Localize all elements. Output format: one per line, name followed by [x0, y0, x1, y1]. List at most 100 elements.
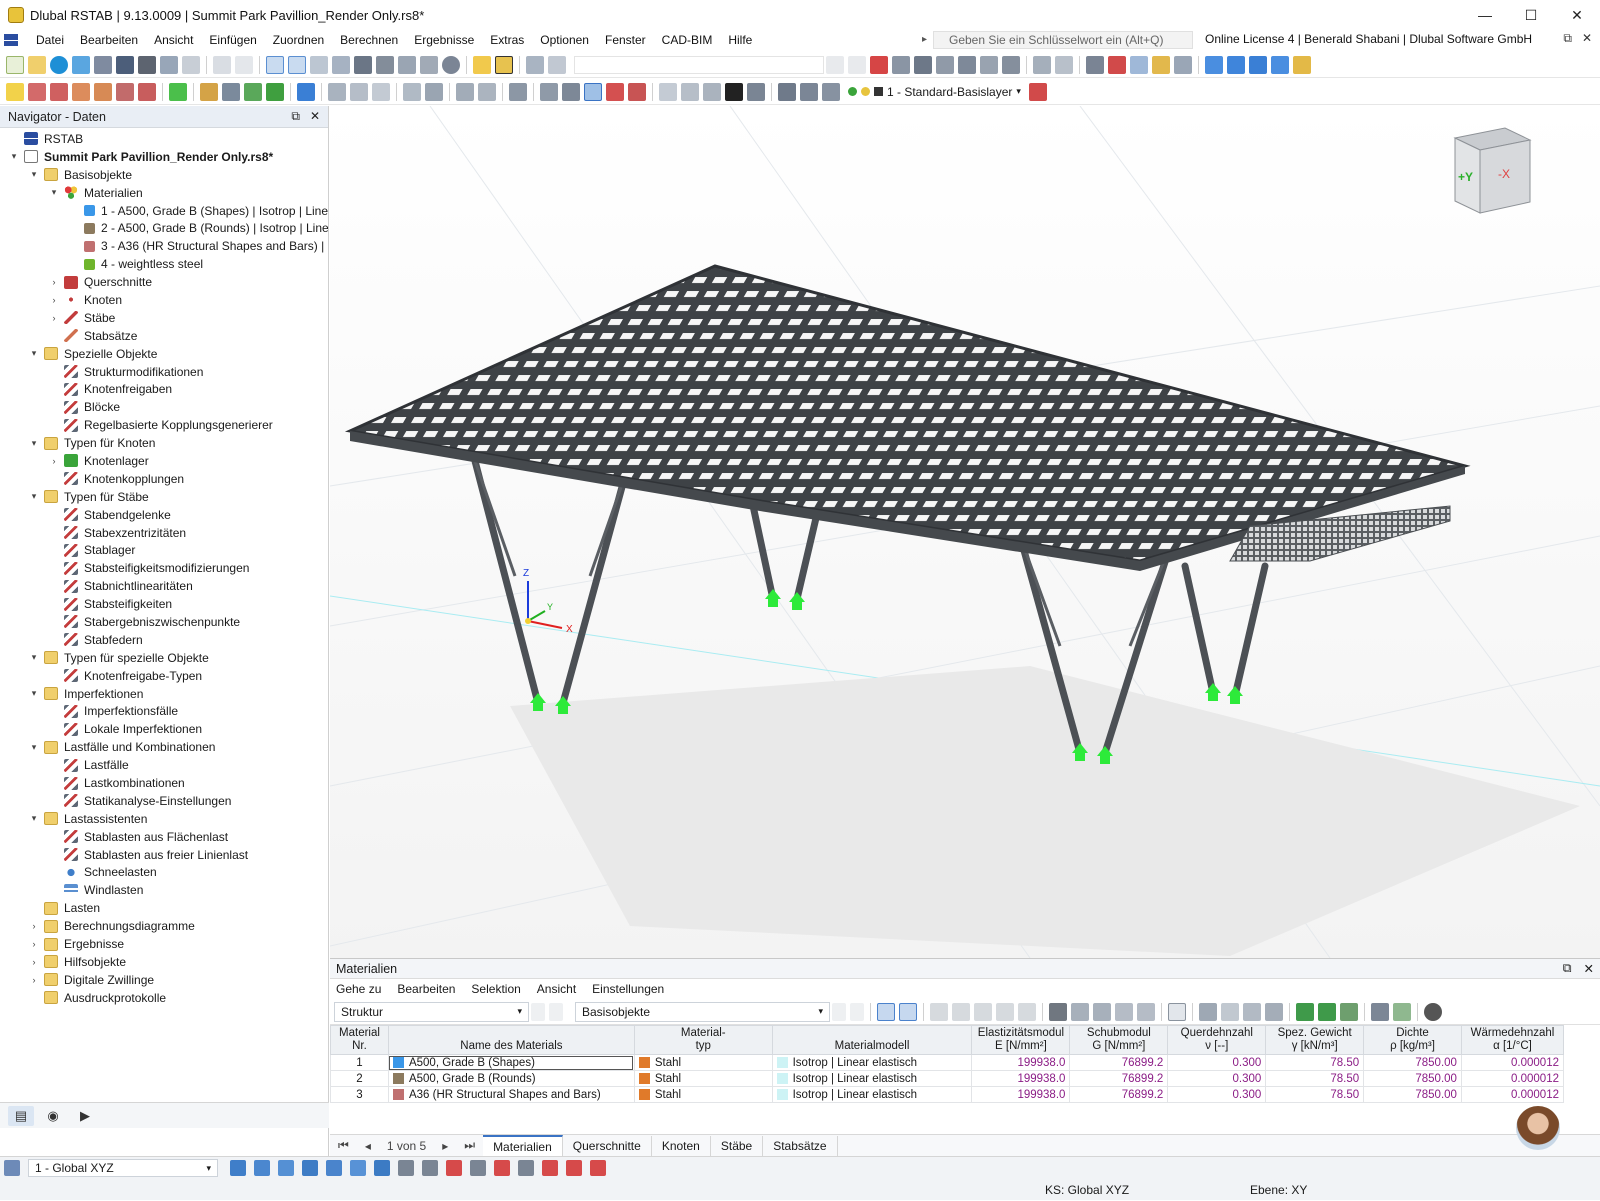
save-all-icon[interactable]: [94, 55, 112, 74]
tree-item[interactable]: Stabfedern: [0, 631, 328, 649]
chevron-down-icon[interactable]: ▾: [28, 742, 40, 753]
tab-staebe[interactable]: Stäbe: [711, 1135, 764, 1156]
chevron-down-icon[interactable]: ▾: [28, 813, 40, 824]
tree-item[interactable]: › Querschnitte: [0, 273, 328, 291]
solid-icon[interactable]: [628, 82, 646, 101]
tree-node[interactable]: › Ergebnisse: [0, 935, 328, 953]
formula-check-icon[interactable]: [1265, 1002, 1283, 1021]
model-check-icon[interactable]: [398, 55, 416, 74]
tables-toggle-icon[interactable]: [288, 55, 306, 74]
object-group-combo[interactable]: Basisobjekte ▾: [575, 1001, 830, 1022]
table-row[interactable]: 3 A36 (HR Structural Shapes and Bars) Stah…: [330, 1086, 1565, 1103]
tree-item[interactable]: Stabsätze: [0, 327, 328, 345]
table-paste-icon[interactable]: [996, 1002, 1014, 1021]
tree-item[interactable]: Stablasten aus Flächenlast: [0, 828, 328, 846]
cell-nu[interactable]: 0.300: [1167, 1070, 1267, 1087]
view-selector-icon[interactable]: [4, 1160, 20, 1176]
col-header-rho[interactable]: Dichte ρ [kg/m³]: [1363, 1025, 1462, 1055]
formula-icon[interactable]: [1221, 1002, 1239, 1021]
member-set-icon[interactable]: [72, 82, 90, 101]
tree-node[interactable]: ▾ Basisobjekte: [0, 166, 328, 184]
view-y-icon[interactable]: [422, 1160, 438, 1176]
delete-icon[interactable]: [725, 82, 743, 101]
table-insert-icon[interactable]: [930, 1002, 948, 1021]
assistant-avatar[interactable]: [1516, 1106, 1560, 1150]
col-header-gamma[interactable]: Spez. Gewicht γ [kN/m³]: [1265, 1025, 1365, 1055]
chevron-down-icon[interactable]: ▾: [48, 187, 60, 198]
cell-name[interactable]: A500, Grade B (Rounds): [387, 1070, 635, 1087]
next-icon[interactable]: [848, 55, 866, 74]
cell-nr[interactable]: 1: [330, 1054, 389, 1071]
tree-item[interactable]: Lokale Imperfektionen: [0, 720, 328, 738]
tree-item[interactable]: › Stäbe: [0, 309, 328, 327]
print-report-icon[interactable]: [160, 55, 178, 74]
navigator-toggle-icon[interactable]: [266, 55, 284, 74]
webservice-icon[interactable]: [72, 55, 90, 74]
tree-node[interactable]: ▾ Typen für Knoten: [0, 434, 328, 452]
tree-item[interactable]: 3 - A36 (HR Structural Shapes and Bars) …: [0, 237, 328, 255]
tree-item[interactable]: Stabexzentrizitäten: [0, 524, 328, 542]
table-right-icon[interactable]: [1137, 1002, 1155, 1021]
section-view-icon[interactable]: [332, 55, 350, 74]
select-area-icon[interactable]: [495, 55, 513, 74]
work-plane-icon[interactable]: [374, 1160, 390, 1176]
panel-menu-ansicht[interactable]: Ansicht: [537, 982, 576, 996]
next-page-icon[interactable]: ▸: [434, 1139, 456, 1153]
menu-ansicht[interactable]: Ansicht: [146, 33, 201, 47]
rotate-icon[interactable]: [659, 82, 677, 101]
grid-icon[interactable]: [1055, 55, 1073, 74]
calculator-icon[interactable]: [420, 55, 438, 74]
snap-angle-icon[interactable]: [958, 55, 976, 74]
table-view-toggle-icon[interactable]: [1168, 1002, 1186, 1021]
tree-item[interactable]: Imperfektionsfälle: [0, 703, 328, 721]
layer-dropdown[interactable]: 1 - Standard-Basislayer ▾: [848, 85, 1021, 99]
tree-item[interactable]: ▾ Materialien: [0, 184, 328, 202]
snap-ortho-icon[interactable]: [1002, 55, 1020, 74]
cell-gamma[interactable]: 78.50: [1265, 1070, 1365, 1087]
dimension-icon[interactable]: [310, 55, 328, 74]
display-tab-icon[interactable]: ◉: [40, 1106, 66, 1126]
col-header-nu[interactable]: Querdehnzahl ν [--]: [1167, 1025, 1267, 1055]
chevron-down-icon[interactable]: ▾: [28, 652, 40, 663]
tree-node[interactable]: ▾ Summit Park Pavillion_Render Only.rs8*: [0, 148, 328, 166]
render-solid-icon[interactable]: [542, 1160, 558, 1176]
tree-item[interactable]: Stablager: [0, 541, 328, 559]
iso-view-icon[interactable]: [1293, 55, 1311, 74]
save-icon[interactable]: [116, 55, 134, 74]
menu-datei[interactable]: Datei: [28, 33, 72, 47]
select-in-model-icon[interactable]: [877, 1002, 895, 1021]
help-icon[interactable]: [1424, 1002, 1442, 1021]
panel-menu-selektion[interactable]: Selektion: [471, 982, 520, 996]
tree-node[interactable]: › Digitale Zwillinge: [0, 971, 328, 989]
coordinate-system-combo[interactable]: 1 - Global XYZ ▾: [28, 1159, 218, 1177]
tree-item[interactable]: › Knoten: [0, 291, 328, 309]
chevron-right-icon[interactable]: ›: [48, 295, 60, 305]
table-row[interactable]: 1 A500, Grade B (Shapes) Stahl Isotrop | Li…: [330, 1054, 1565, 1071]
cell-rho[interactable]: 7850.00: [1363, 1086, 1462, 1103]
tree-node[interactable]: Lasten: [0, 899, 328, 917]
load-node-icon[interactable]: [200, 82, 218, 101]
import-icon[interactable]: [526, 55, 544, 74]
prev-table-icon[interactable]: [531, 1002, 545, 1021]
views-tab-icon[interactable]: ▶: [72, 1106, 98, 1126]
panel-close-icon[interactable]: ✕: [1584, 961, 1594, 976]
member-polygon-icon[interactable]: [138, 82, 156, 101]
dimension-linear-icon[interactable]: [328, 82, 346, 101]
snap-toggle-icon[interactable]: [230, 1160, 246, 1176]
tree-item[interactable]: Blöcke: [0, 398, 328, 416]
tab-materialien[interactable]: Materialien: [483, 1134, 563, 1157]
table-duplicate-icon[interactable]: [1018, 1002, 1036, 1021]
chevron-down-icon[interactable]: ▾: [28, 169, 40, 180]
chevron-right-icon[interactable]: ›: [48, 456, 60, 466]
scale-icon[interactable]: [703, 82, 721, 101]
visibility-icon[interactable]: [1086, 55, 1104, 74]
tree-item[interactable]: 2 - A500, Grade B (Rounds) | Isotrop | L…: [0, 219, 328, 237]
tree-item[interactable]: 1 - A500, Grade B (Shapes) | Isotrop | L…: [0, 202, 328, 220]
first-page-icon[interactable]: ⏮: [330, 1138, 357, 1153]
chevron-down-icon[interactable]: ▾: [28, 688, 40, 699]
tree-item[interactable]: Regelbasierte Kopplungsgenerierer: [0, 416, 328, 434]
cell-g[interactable]: 76899.2: [1069, 1070, 1169, 1087]
menu-einfuegen[interactable]: Einfügen: [201, 33, 264, 47]
tab-querschnitte[interactable]: Querschnitte: [563, 1135, 652, 1156]
view-iso-icon[interactable]: [470, 1160, 486, 1176]
